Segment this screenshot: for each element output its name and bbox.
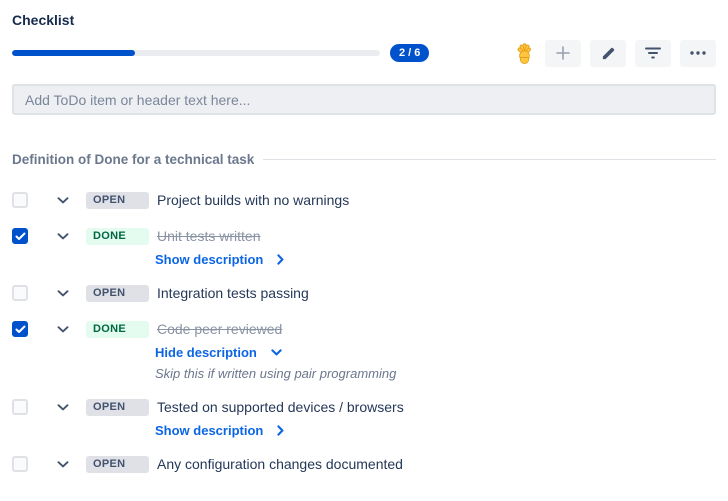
progress-row: 2 / 6 <box>12 39 716 67</box>
item-text[interactable]: Project builds with no warnings <box>157 192 349 208</box>
item-text[interactable]: Any configuration changes documented <box>157 456 403 472</box>
filter-icon <box>644 46 662 60</box>
section-divider <box>263 159 716 160</box>
add-item-button[interactable] <box>545 39 581 67</box>
item-text[interactable]: Code peer reviewed <box>157 321 282 337</box>
item-row: OPEN Tested on supported devices / brows… <box>12 396 716 418</box>
chevron-down-icon[interactable] <box>57 325 69 333</box>
progress-fill <box>12 50 135 56</box>
description-toggle[interactable]: Hide description <box>155 345 282 360</box>
checklist-item: OPEN Tested on supported devices / brows… <box>12 396 716 439</box>
description-toggle-row: Hide description <box>12 343 716 361</box>
item-checkbox[interactable] <box>12 228 28 244</box>
checklist-panel: Checklist 2 / 6 Add ToDo item or header … <box>0 0 728 501</box>
status-badge[interactable]: OPEN <box>86 455 149 473</box>
chevron-down-icon[interactable] <box>57 232 69 240</box>
panel-title: Checklist <box>12 12 75 28</box>
checklist-item: DONE Code peer reviewed Hide description… <box>12 318 716 382</box>
filter-button[interactable] <box>635 39 671 67</box>
item-row: OPEN Integration tests passing <box>12 282 716 304</box>
checklist-item: DONE Unit tests written Show description <box>12 225 716 268</box>
ellipsis-icon <box>689 50 707 56</box>
toolbar <box>512 39 716 67</box>
pencil-icon <box>601 46 616 61</box>
checklist-item: OPEN Project builds with no warnings <box>12 189 716 211</box>
more-options-button[interactable] <box>680 39 716 67</box>
chevron-right-icon <box>277 424 284 436</box>
item-checkbox[interactable] <box>12 456 28 472</box>
item-text[interactable]: Integration tests passing <box>157 285 309 301</box>
progress-count-badge: 2 / 6 <box>390 44 430 62</box>
item-row: OPEN Any configuration changes documente… <box>12 453 716 475</box>
description-toggle-row: Show description <box>12 421 716 439</box>
description-toggle-label: Show description <box>155 422 264 438</box>
plus-icon <box>554 44 572 62</box>
item-row: DONE Unit tests written <box>12 225 716 247</box>
chevron-down-icon[interactable] <box>57 196 69 204</box>
chevron-down-icon[interactable] <box>57 460 69 468</box>
item-row: DONE Code peer reviewed <box>12 318 716 340</box>
item-checkbox[interactable] <box>12 285 28 301</box>
status-badge[interactable]: DONE <box>86 320 149 338</box>
item-row: OPEN Project builds with no warnings <box>12 189 716 211</box>
item-checkbox[interactable] <box>12 192 28 208</box>
description-toggle-row: Show description <box>12 250 716 268</box>
status-badge[interactable]: OPEN <box>86 398 149 416</box>
checklist-item: OPEN Any configuration changes documente… <box>12 453 716 475</box>
description-toggle-label: Hide description <box>155 344 257 360</box>
status-badge[interactable]: DONE <box>86 227 149 245</box>
description-toggle-label: Show description <box>155 251 264 267</box>
item-checkbox[interactable] <box>12 321 28 337</box>
status-badge[interactable]: OPEN <box>86 284 149 302</box>
item-text[interactable]: Unit tests written <box>157 228 260 244</box>
item-description: Skip this if written using pair programm… <box>155 365 397 381</box>
add-item-input[interactable] <box>12 84 716 115</box>
description-toggle[interactable]: Show description <box>155 423 284 438</box>
item-text[interactable]: Tested on supported devices / browsers <box>157 399 404 415</box>
edit-button[interactable] <box>590 39 626 67</box>
item-description-row: Skip this if written using pair programm… <box>12 364 716 382</box>
chevron-right-icon <box>277 253 284 265</box>
checklist-item: OPEN Integration tests passing <box>12 282 716 304</box>
hand-icon[interactable] <box>512 41 536 65</box>
item-checkbox[interactable] <box>12 399 28 415</box>
chevron-down-icon <box>271 348 282 355</box>
checklist-items: OPEN Project builds with no warnings DON… <box>12 189 716 475</box>
description-toggle[interactable]: Show description <box>155 252 284 267</box>
section-header: Definition of Done for a technical task <box>12 151 716 168</box>
section-title[interactable]: Definition of Done for a technical task <box>12 152 254 167</box>
status-badge[interactable]: OPEN <box>86 191 149 209</box>
chevron-down-icon[interactable] <box>57 403 69 411</box>
progress-bar <box>12 50 380 56</box>
chevron-down-icon[interactable] <box>57 289 69 297</box>
